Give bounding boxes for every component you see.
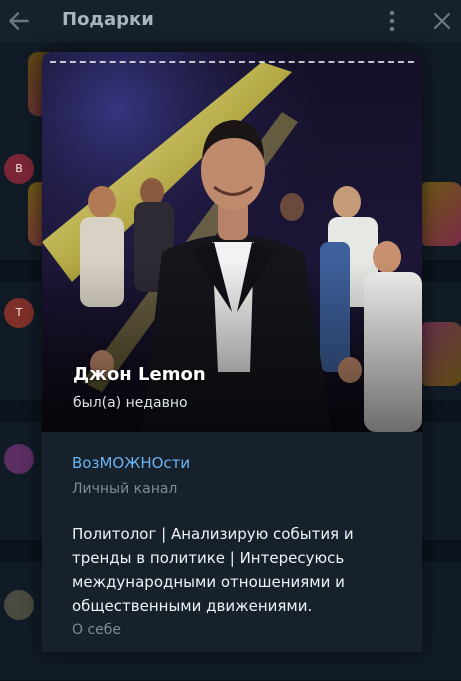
avatar (4, 444, 34, 474)
personal-channel-link[interactable]: ВозМОЖНОсти (72, 454, 190, 472)
last-seen-status: был(а) недавно (73, 395, 188, 411)
gift-sticker (418, 322, 461, 386)
top-bar: Подарки (0, 0, 461, 42)
avatar (4, 590, 34, 620)
gift-sticker (418, 182, 461, 246)
more-vertical-icon[interactable] (382, 8, 402, 34)
bio-text: Политолог | Анализирую события и тренды … (72, 525, 354, 615)
personal-channel-caption: Личный канал (72, 481, 178, 497)
avatar: В (4, 154, 34, 184)
arrow-left-icon[interactable] (6, 8, 32, 34)
page-title: Подарки (62, 9, 154, 30)
profile-name: Джон Lemon (73, 364, 206, 385)
avatar: Т (4, 298, 34, 328)
close-icon[interactable] (430, 9, 454, 33)
bio-caption: О себе (72, 622, 122, 638)
story-progress-indicator (50, 61, 414, 63)
profile-card: Джон Lemon был(а) недавно ВозМОЖНОсти Ли… (42, 52, 422, 652)
